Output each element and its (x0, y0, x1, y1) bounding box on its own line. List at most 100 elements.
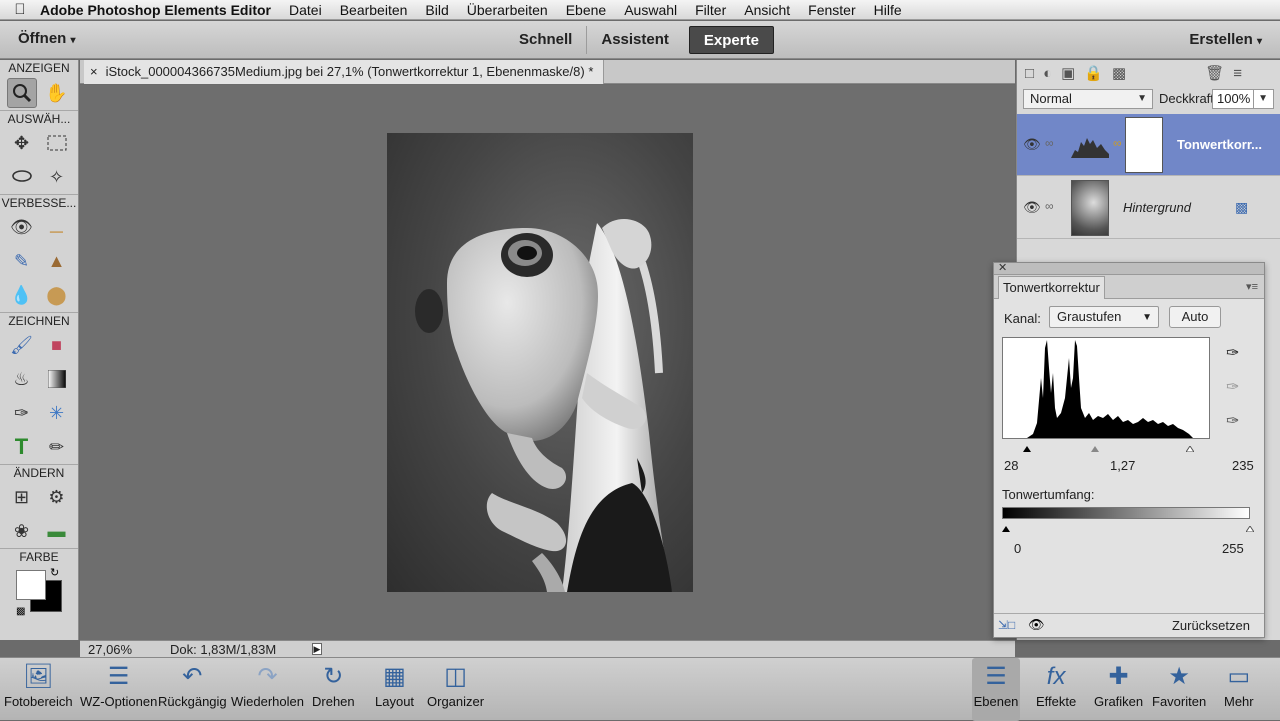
brush-tool-icon[interactable]: 🖌 (7, 330, 37, 360)
menu-auswahl[interactable]: Auswahl (624, 2, 677, 18)
close-panel-icon[interactable]: ✕ (998, 261, 1007, 274)
clone-stamp-icon[interactable]: ▲ (42, 246, 72, 276)
menu-ueberarbeiten[interactable]: Überarbeiten (467, 2, 548, 18)
layer-thumbnail[interactable] (1071, 180, 1109, 236)
blur-tool-icon[interactable]: 💧 (7, 280, 37, 310)
move-tool-icon[interactable]: ✥ (7, 128, 37, 158)
input-black-slider[interactable] (1023, 439, 1031, 452)
gray-point-eyedropper-icon[interactable]: ✑ (1226, 377, 1239, 397)
straighten-tool-icon[interactable]: ▬ (42, 516, 72, 546)
recompose-tool-icon[interactable]: ⚙ (42, 482, 72, 512)
photo-bin-button[interactable]: 🖼 Fotobereich (4, 658, 73, 721)
reset-button[interactable]: Zurücksetzen (1172, 618, 1250, 633)
content-aware-move-icon[interactable]: ❀ (7, 516, 37, 546)
undo-button[interactable]: ↶ Rückgängig (158, 658, 227, 721)
crop-tool-icon[interactable]: ⊞ (7, 482, 37, 512)
menu-bild[interactable]: Bild (425, 2, 448, 18)
blend-mode-select[interactable]: Normal ▼ (1023, 89, 1153, 109)
output-black-value[interactable]: 0 (1014, 541, 1021, 556)
mask-link-icon[interactable]: ∞ (1113, 136, 1122, 150)
panel-menu-icon[interactable]: ▾≡ (1246, 280, 1258, 293)
rotate-button[interactable]: ↻ Drehen (312, 658, 355, 721)
output-white-value[interactable]: 255 (1222, 541, 1244, 556)
adjustment-layer-icon[interactable]: ◐ (1043, 65, 1052, 82)
layers-button[interactable]: ☰ Ebenen (972, 658, 1020, 721)
input-white-value[interactable]: 235 (1232, 458, 1254, 473)
zoom-level[interactable]: 27,06% (88, 642, 132, 657)
delete-layer-icon[interactable]: 🗑 (1205, 64, 1224, 82)
layer-link-icon[interactable]: ∞ (1045, 136, 1054, 150)
apple-icon[interactable]:  (0, 1, 40, 18)
pencil-tool-icon[interactable]: ✏ (42, 432, 72, 462)
close-tab-icon[interactable]: × (90, 60, 98, 84)
opacity-input[interactable]: 100% ▼ (1212, 89, 1274, 109)
levels-titlebar[interactable]: ✕ (994, 261, 1264, 275)
lasso-tool-icon[interactable] (7, 162, 37, 192)
mode-schnell[interactable]: Schnell (505, 26, 588, 54)
new-layer-icon[interactable]: □ (1025, 65, 1034, 82)
visibility-eye-icon[interactable]: 👁 (1023, 136, 1041, 153)
layer-row-background[interactable]: 👁 ∞ Hintergrund ▩ (1017, 177, 1280, 239)
magic-wand-tool-icon[interactable]: ✧ (42, 162, 72, 192)
open-button[interactable]: Öffnen ▾ (18, 30, 76, 47)
mode-experte[interactable]: Experte (688, 26, 774, 54)
lock-transparency-icon[interactable]: ▩ (1112, 64, 1126, 82)
menu-ansicht[interactable]: Ansicht (744, 2, 790, 18)
document-tab[interactable]: × iStock_000004366735Medium.jpg bei 27,1… (84, 60, 605, 84)
app-menu[interactable]: Adobe Photoshop Elements Editor (40, 2, 271, 18)
output-white-slider[interactable] (1245, 519, 1255, 537)
menu-bearbeiten[interactable]: Bearbeiten (340, 2, 408, 18)
more-button[interactable]: ▭ Mehr (1224, 658, 1254, 721)
text-tool-icon[interactable]: T (7, 432, 37, 462)
menu-fenster[interactable]: Fenster (808, 2, 855, 18)
layer-row-levels[interactable]: 👁 ∞ ∞ Tonwertkorr... (1017, 114, 1280, 176)
eyedropper-tool-icon[interactable]: ✑ (7, 398, 37, 428)
white-point-eyedropper-icon[interactable]: ✑ (1226, 411, 1239, 431)
layout-button[interactable]: ▦ Layout (375, 658, 414, 721)
redo-button[interactable]: ↷ Wiederholen (231, 658, 304, 721)
input-black-value[interactable]: 28 (1004, 458, 1018, 473)
tool-options-button[interactable]: ☰ WZ-Optionen (80, 658, 157, 721)
lock-all-icon[interactable]: 🔒 (1084, 64, 1103, 82)
organizer-button[interactable]: ◫ Organizer (427, 658, 484, 721)
channel-select[interactable]: Graustufen ▼ (1049, 306, 1159, 328)
create-button[interactable]: Erstellen ▾ (1189, 31, 1262, 48)
zoom-tool-icon[interactable] (6, 78, 37, 108)
auto-button[interactable]: Auto (1169, 306, 1221, 328)
layer-link-icon[interactable]: ∞ (1045, 199, 1054, 213)
menu-ebene[interactable]: Ebene (566, 2, 606, 18)
gradient-tool-icon[interactable] (42, 364, 72, 394)
input-white-slider[interactable] (1185, 439, 1195, 453)
layer-mask-icon[interactable]: ▣ (1061, 64, 1075, 82)
tab-levels[interactable]: Tonwertkorrektur (998, 276, 1105, 299)
favorites-button[interactable]: ★ Favoriten (1152, 658, 1206, 721)
menu-filter[interactable]: Filter (695, 2, 726, 18)
input-gamma-slider[interactable] (1091, 439, 1099, 452)
visibility-eye-icon[interactable]: 👁 (1023, 199, 1041, 216)
document-image[interactable] (387, 133, 693, 592)
layer-mask-thumbnail[interactable] (1125, 117, 1163, 173)
paint-bucket-icon[interactable]: ♨ (7, 364, 37, 394)
menu-datei[interactable]: Datei (289, 2, 322, 18)
hand-tool-icon[interactable]: ✋ (42, 78, 72, 108)
effects-button[interactable]: fx Effekte (1036, 658, 1076, 721)
swap-colors-icon[interactable]: ↻ (50, 566, 59, 579)
mode-assistent[interactable]: Assistent (587, 26, 683, 54)
healing-brush-icon[interactable]: ⚊ (42, 212, 72, 242)
default-colors-icon[interactable]: ▩ (16, 606, 25, 617)
toggle-visibility-icon[interactable]: 👁 (1028, 617, 1045, 633)
eraser-tool-icon[interactable]: ■ (42, 330, 72, 360)
marquee-tool-icon[interactable] (42, 128, 72, 158)
layer-name[interactable]: Tonwertkorr... (1177, 137, 1262, 152)
red-eye-tool-icon[interactable]: 👁 (7, 212, 37, 242)
status-menu-arrow-icon[interactable]: ▶ (312, 643, 322, 655)
layers-panel-menu-icon[interactable]: ≡ (1233, 65, 1242, 82)
layer-name[interactable]: Hintergrund (1123, 200, 1191, 215)
output-black-slider[interactable] (1002, 519, 1010, 537)
clip-to-layer-icon[interactable]: ⇲□ (998, 618, 1015, 632)
input-gamma-value[interactable]: 1,27 (1110, 458, 1135, 473)
menu-hilfe[interactable]: Hilfe (874, 2, 902, 18)
foreground-color-swatch[interactable] (16, 570, 46, 600)
sponge-tool-icon[interactable]: ⬤ (42, 280, 72, 310)
black-point-eyedropper-icon[interactable]: ✑ (1226, 343, 1239, 363)
